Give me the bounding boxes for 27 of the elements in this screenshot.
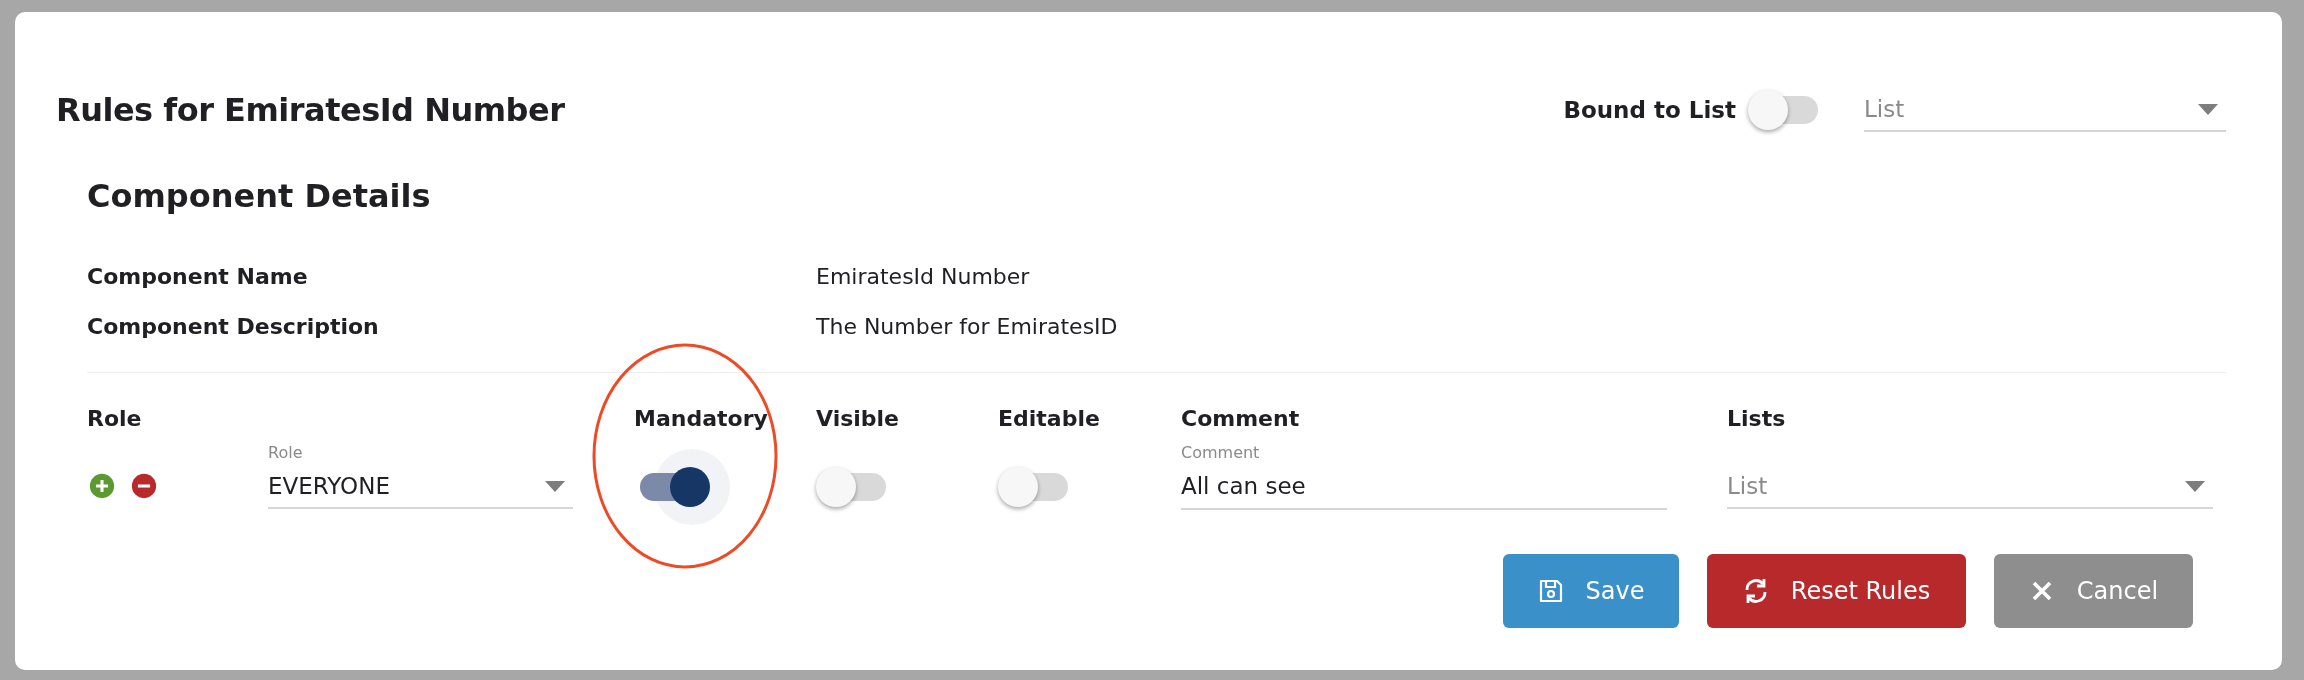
field-value: EmiratesId Number bbox=[816, 263, 1031, 289]
section-heading: Component Details bbox=[87, 177, 432, 215]
save-icon bbox=[1537, 578, 1564, 604]
list-dropdown[interactable]: List bbox=[1727, 465, 2213, 509]
caret-icon bbox=[2198, 103, 2218, 115]
plus-icon bbox=[89, 472, 115, 499]
column-header: Editable bbox=[998, 406, 1101, 433]
field-label: Role bbox=[268, 443, 303, 462]
reset-button[interactable]: Reset Rules bbox=[1707, 554, 1966, 628]
cancel-button[interactable]: Cancel bbox=[1994, 554, 2193, 628]
field-label: Component Description bbox=[87, 313, 380, 339]
save-button[interactable]: Save bbox=[1503, 554, 1679, 628]
column-header: Mandatory bbox=[634, 406, 769, 433]
list-dropdown[interactable]: List bbox=[1864, 88, 2226, 132]
role-dropdown[interactable]: EVERYONE bbox=[268, 465, 573, 509]
column-header: Lists bbox=[1727, 406, 1787, 433]
column-header: Visible bbox=[816, 406, 901, 433]
column-header: Role bbox=[87, 406, 143, 433]
field-value: The Number for EmiratesID bbox=[816, 313, 1119, 339]
field-label: Component Name bbox=[87, 263, 309, 289]
minus-icon bbox=[131, 472, 157, 499]
caret-icon bbox=[545, 480, 565, 492]
dialog-title: Rules for EmiratesId Number bbox=[56, 91, 566, 129]
field-label: Comment bbox=[1181, 443, 1260, 462]
caret-icon bbox=[2185, 480, 2205, 492]
column-header: Comment bbox=[1181, 406, 1301, 433]
toggle-label: Bound to List bbox=[1563, 97, 1736, 123]
